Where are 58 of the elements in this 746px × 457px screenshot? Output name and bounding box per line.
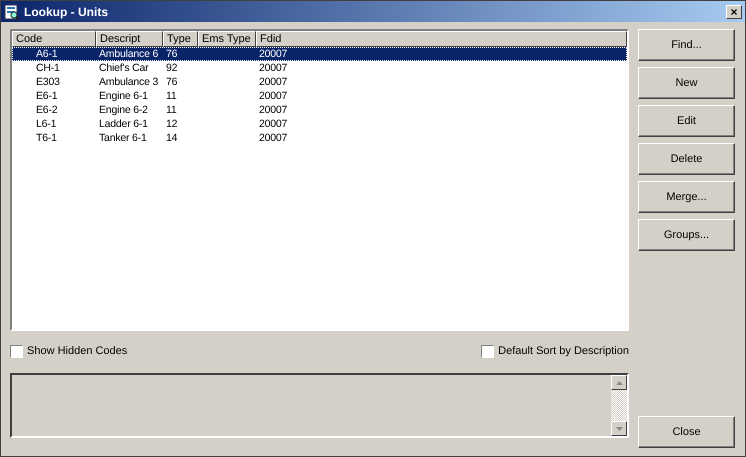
column-header[interactable]: Ems Type	[198, 31, 256, 47]
table-cell: Tanker 6-1	[99, 132, 147, 144]
table-cell: CH-1	[36, 62, 60, 74]
table-cell: 20007	[259, 48, 288, 60]
column-header[interactable]: Type	[163, 31, 198, 47]
action-button[interactable]: Merge...	[638, 181, 735, 213]
table-row[interactable]: E6-1 Engine 6-1 11 20007	[12, 89, 627, 103]
column-header[interactable]: Code	[12, 31, 96, 47]
action-button[interactable]: Find...	[638, 29, 735, 61]
notes-field[interactable]	[10, 373, 629, 438]
table-row[interactable]: T6-1 Tanker 6-1 14 20007	[12, 131, 627, 145]
table-cell: E6-1	[36, 90, 58, 102]
scrollbar[interactable]	[611, 375, 627, 436]
action-button[interactable]: Edit	[638, 105, 735, 137]
table-cell: 76	[166, 48, 178, 60]
table-row[interactable]: E6-2 Engine 6-2 11 20007	[12, 103, 627, 117]
table-cell: 20007	[259, 62, 288, 74]
table-cell: Engine 6-1	[99, 90, 148, 102]
table-cell: Ambulance 6	[99, 48, 158, 60]
checkbox[interactable]	[481, 344, 494, 358]
table-cell: 20007	[259, 104, 288, 116]
table-cell: 11	[166, 104, 176, 116]
close-button[interactable]: ×	[726, 4, 742, 18]
table-cell: 14	[166, 132, 178, 144]
table-cell: Chief's Car	[99, 62, 148, 74]
table-cell: 11	[166, 90, 176, 102]
window-title: Lookup - Units	[24, 4, 109, 18]
table-cell: 92	[166, 62, 178, 74]
close-dialog-button[interactable]: Close	[638, 416, 735, 448]
table-cell: Engine 6-2	[99, 104, 148, 116]
table-cell: T6-1	[36, 132, 57, 144]
table-cell: 20007	[259, 118, 288, 130]
table-cell: 20007	[259, 90, 288, 102]
action-button[interactable]: Delete	[638, 143, 735, 175]
column-header[interactable]: Descript	[96, 31, 163, 47]
table-cell: 12	[166, 118, 178, 130]
table-cell: Ladder 6-1	[99, 118, 148, 130]
table-cell: 20007	[259, 76, 288, 88]
checkbox-label: Default Sort by Description	[498, 345, 629, 357]
action-button[interactable]: Groups...	[638, 219, 735, 251]
action-button[interactable]: New	[638, 67, 735, 99]
table-cell: Ambulance 3	[99, 76, 158, 88]
table-cell: A6-1	[36, 48, 58, 60]
table-row[interactable]: A6-1 Ambulance 6 76 20007	[12, 47, 627, 61]
table-cell: E303	[36, 76, 60, 88]
table-cell: L6-1	[36, 118, 56, 130]
column-header[interactable]: Fdid	[256, 31, 627, 47]
table-row[interactable]: CH-1 Chief's Car 92 20007	[12, 61, 627, 75]
table-cell: 76	[166, 76, 178, 88]
scroll-up-icon[interactable]	[611, 375, 627, 390]
table-cell: E6-2	[36, 104, 58, 116]
checkbox[interactable]	[10, 344, 23, 358]
checkbox-label: Show Hidden Codes	[27, 345, 128, 357]
table-row[interactable]: E303 Ambulance 3 76 20007	[12, 75, 627, 89]
table-row[interactable]: L6-1 Ladder 6-1 12 20007	[12, 117, 627, 131]
scroll-down-icon[interactable]	[611, 421, 627, 436]
table-cell: 20007	[259, 132, 288, 144]
app-icon	[4, 4, 20, 20]
